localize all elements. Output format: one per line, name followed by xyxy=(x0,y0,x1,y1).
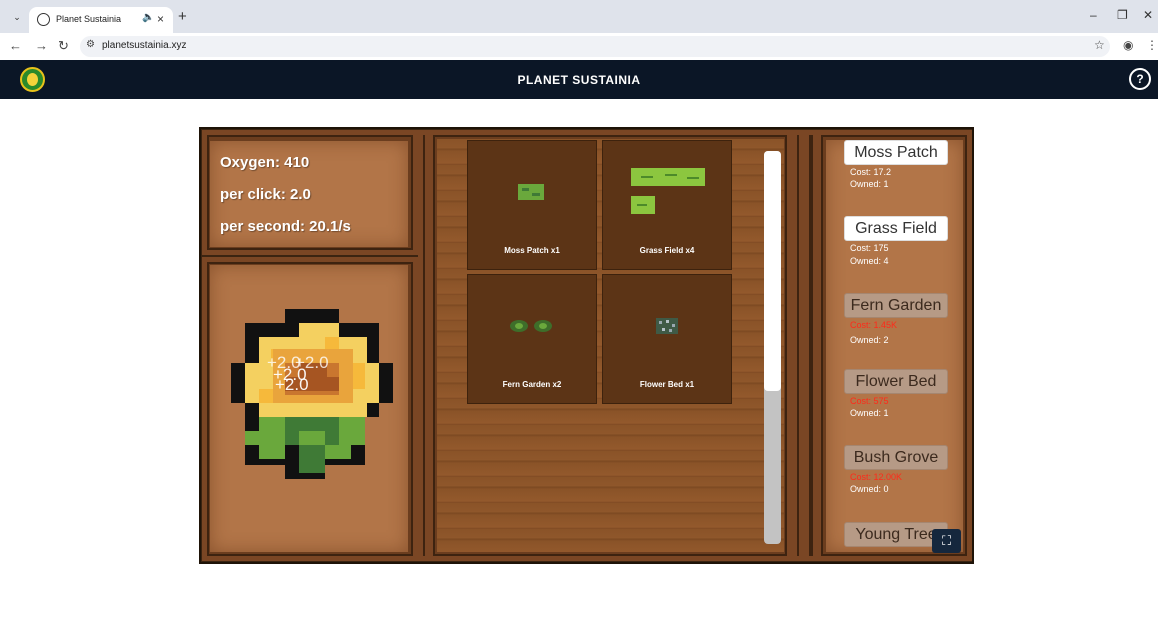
fern-icon xyxy=(510,320,552,332)
browser-menu-icon[interactable]: ⋮ xyxy=(1146,38,1158,52)
plot-tile[interactable]: Fern Garden x2 xyxy=(467,274,597,404)
buy-moss-patch-button[interactable]: Moss Patch xyxy=(844,140,948,165)
buy-bush-grove-button[interactable]: Bush Grove xyxy=(844,445,948,470)
speaker-icon[interactable]: 🔈 xyxy=(142,12,154,23)
oxygen-count: Oxygen: 410 xyxy=(220,154,310,171)
reload-icon[interactable]: ↻ xyxy=(58,38,69,54)
grass-icon xyxy=(631,168,705,214)
sunflower-clicker[interactable]: +2.0 +2.0 +2.0 +2.0 xyxy=(231,309,393,486)
shop-cost: Cost: 575 xyxy=(850,396,889,406)
buy-flower-bed-button[interactable]: Flower Bed xyxy=(844,369,948,394)
browser-tab[interactable]: Planet Sustainia 🔈 × xyxy=(29,7,173,33)
shop-cost: Cost: 175 xyxy=(850,243,889,253)
shop-owned: Owned: 2 xyxy=(850,335,889,345)
scrollbar-thumb[interactable] xyxy=(764,151,781,391)
tab-search-icon[interactable]: ⌄ xyxy=(9,9,25,25)
restore-button[interactable]: ❐ xyxy=(1117,8,1128,22)
flower-bed-icon xyxy=(656,318,678,334)
sunflower-icon[interactable] xyxy=(231,309,393,481)
help-button[interactable]: ? xyxy=(1129,68,1151,90)
url-text: planetsustainia.xyz xyxy=(102,40,187,51)
per-click: per click: 2.0 xyxy=(220,186,311,203)
clicker-panel: +2.0 +2.0 +2.0 +2.0 xyxy=(210,265,408,552)
tab-close-icon[interactable]: × xyxy=(157,12,164,26)
shop-panel xyxy=(826,140,963,552)
tab-title: Planet Sustainia xyxy=(56,14,122,24)
globe-icon xyxy=(37,13,50,26)
plot-tile[interactable]: Grass Field x4 xyxy=(602,140,732,270)
shop-owned: Owned: 1 xyxy=(850,179,889,189)
buy-grass-field-button[interactable]: Grass Field xyxy=(844,216,948,241)
plot-label: Fern Garden x2 xyxy=(502,380,562,389)
new-tab-button[interactable]: + xyxy=(178,8,187,25)
address-bar[interactable]: ⚙ planetsustainia.xyz xyxy=(80,36,1110,57)
plot-label: Grass Field x4 xyxy=(639,246,695,255)
moss-icon xyxy=(518,184,544,200)
shop-cost: Cost: 17.2 xyxy=(850,167,892,177)
browser-toolbar: ← → ↻ ⚙ planetsustainia.xyz ☆ ◉ ⋮ xyxy=(0,33,1158,60)
site-info-icon[interactable]: ⚙ xyxy=(86,39,95,50)
field-scrollbar[interactable] xyxy=(764,151,781,544)
stats-panel: Oxygen: 410 per click: 2.0 per second: 2… xyxy=(210,141,408,247)
per-second: per second: 20.1/s xyxy=(220,218,351,235)
site-title: PLANET SUSTAINIA xyxy=(517,73,641,87)
plot-tile[interactable]: Flower Bed x1 xyxy=(602,274,732,404)
bookmark-star-icon[interactable]: ☆ xyxy=(1094,38,1105,52)
shop-owned: Owned: 4 xyxy=(850,256,889,266)
back-icon[interactable]: ← xyxy=(9,38,22,53)
site-header: PLANET SUSTAINIA ? xyxy=(0,60,1158,99)
shop-cost: Cost: 1.45K xyxy=(850,320,898,330)
shop-owned: Owned: 0 xyxy=(850,484,889,494)
fullscreen-icon[interactable]: ⛶ xyxy=(932,529,961,553)
forward-icon[interactable]: → xyxy=(35,38,48,53)
shop-owned: Owned: 1 xyxy=(850,408,889,418)
buy-fern-garden-button[interactable]: Fern Garden xyxy=(844,293,948,318)
profile-icon[interactable]: ◉ xyxy=(1123,38,1133,52)
browser-tabstrip: ⌄ Planet Sustainia 🔈 × + – ❐ ✕ xyxy=(0,0,1158,33)
plot-label: Moss Patch x1 xyxy=(504,246,560,255)
plot-label: Flower Bed x1 xyxy=(639,380,695,389)
minimize-button[interactable]: – xyxy=(1090,8,1097,22)
click-floater: +2.0 xyxy=(275,375,309,394)
window-close-button[interactable]: ✕ xyxy=(1143,8,1153,22)
shop-cost: Cost: 12.00K xyxy=(850,472,903,482)
divider-post xyxy=(792,130,804,561)
plot-tile[interactable]: Moss Patch x1 xyxy=(467,140,597,270)
